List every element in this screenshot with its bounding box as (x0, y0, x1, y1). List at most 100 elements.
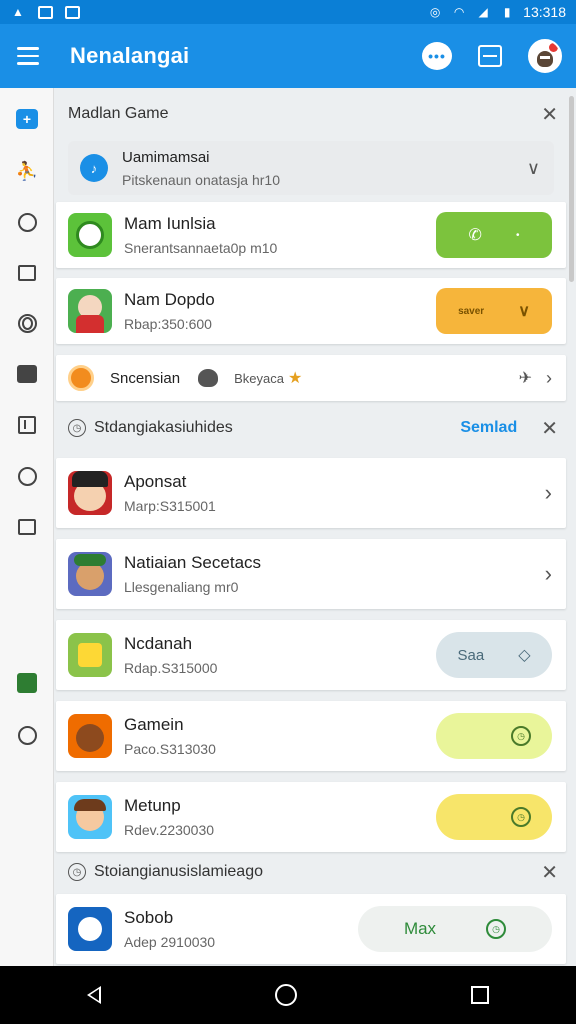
item-subtitle: Marp:S315001 (124, 498, 216, 514)
clock-icon: ◷ (511, 726, 531, 746)
avatar[interactable] (528, 39, 562, 73)
call-button[interactable]: ✆ • (436, 212, 552, 258)
status-bar: ▲ ◎ ◠ ◢ ▮ 13:318 (0, 0, 576, 24)
bird-icon: ✈ (518, 370, 532, 387)
max-button[interactable]: Max ◷ (358, 906, 552, 952)
section-header: Madlan Game ✕ (68, 94, 558, 134)
history-icon (17, 725, 37, 745)
rail-item-info[interactable] (16, 516, 38, 538)
clock-icon: ◷ (68, 863, 86, 881)
image-icon (38, 5, 53, 19)
menu-icon[interactable] (0, 24, 56, 88)
rail-item-window[interactable] (16, 262, 38, 284)
list-item[interactable]: Mam Iunlsia Snerantsannaeta0p m10 ✆ • (56, 202, 566, 268)
phone-icon: ✆ (468, 227, 482, 244)
list-item[interactable]: Metunp Rdev.2230030 ◷ (56, 782, 566, 852)
chevron-right-icon[interactable]: › (545, 480, 552, 506)
game-icon (68, 907, 112, 951)
item-title: Gamein (124, 715, 184, 734)
chat-icon[interactable]: ••• (422, 42, 452, 70)
edit-icon (17, 673, 37, 693)
add-icon: + (16, 109, 38, 129)
home-icon[interactable] (275, 984, 297, 1006)
timer-button[interactable]: ◷ (436, 794, 552, 840)
signal-icon: ◢ (478, 5, 488, 19)
music-icon: ♪ (80, 154, 108, 182)
store-icon[interactable] (478, 45, 502, 67)
item-title: Natiaian Secetacs (124, 553, 262, 572)
notification-dot (549, 43, 558, 52)
item-title: Nam Dopdo (124, 290, 215, 309)
person-icon: ⛹ (15, 160, 39, 181)
rail-item-profile[interactable]: ⛹ (16, 160, 38, 182)
list-item[interactable]: Sobob Adep 2910030 Max ◷ (56, 894, 566, 964)
game-icon (68, 289, 112, 333)
see-all-link[interactable]: Semlad (460, 419, 517, 437)
achievement-label-2: Bkeyaca (234, 370, 284, 386)
app-title: Nenalangai (70, 43, 190, 68)
item-subtitle: Paco.S313030 (124, 741, 216, 757)
achievement-label: Sncensian (110, 369, 181, 387)
section-title: Stdangiakasiuhides (94, 419, 233, 436)
rail-item-target[interactable] (16, 312, 38, 334)
back-icon[interactable] (87, 986, 101, 1004)
chevron-down-icon: ∨ (526, 157, 540, 178)
item-subtitle: Rbap:350:600 (124, 316, 212, 332)
list-item[interactable]: Aponsat Marp:S315001 › (56, 458, 566, 528)
close-icon[interactable]: ✕ (541, 860, 558, 885)
section-header: ◷ Stdangiakasiuhides Semlad ✕ (68, 408, 558, 448)
game-selector[interactable]: ♪ Uamimamsai Pitskenaun onatasja hr10 ∨ (68, 141, 554, 195)
alarm-icon: ◎ (429, 5, 441, 19)
list-item[interactable]: Natiaian Secetacs Llesgenaliang mr0 › (56, 539, 566, 609)
rail-item-edit[interactable] (16, 672, 38, 694)
game-icon (68, 633, 112, 677)
save-label: Saa (457, 646, 485, 664)
save-label: saver (458, 305, 485, 317)
recents-icon[interactable] (471, 986, 489, 1004)
section-title: Madlan Game (68, 105, 169, 122)
game-icon (68, 552, 112, 596)
clock-icon: ◷ (68, 419, 86, 437)
game-icon (68, 213, 112, 257)
scrollbar[interactable] (569, 96, 574, 282)
save-button[interactable]: saver ∨ (436, 288, 552, 334)
rail-item-calendar[interactable] (16, 363, 38, 385)
close-icon[interactable]: ✕ (541, 102, 558, 127)
achievements-row[interactable]: Sncensian Bkeyaca ★ ✈ › (56, 355, 566, 401)
list-item[interactable]: Nam Dopdo Rbap:350:600 saver ∨ (56, 278, 566, 344)
timer-icon (17, 466, 37, 486)
game-icon (68, 471, 112, 515)
rail-item-history[interactable] (16, 724, 38, 746)
creature-icon (198, 369, 219, 387)
max-label: Max (403, 919, 437, 938)
rail-item-circle[interactable] (16, 211, 38, 233)
calendar-icon (17, 365, 37, 383)
list-item[interactable]: Ncdanah Rdap.S315000 Saa ◇ (56, 620, 566, 690)
chevron-right-icon[interactable]: › (545, 561, 552, 587)
rail-item-home[interactable]: + (16, 108, 38, 130)
rail-item-timer[interactable] (16, 465, 38, 487)
selector-subtitle: Pitskenaun onatasja hr10 (122, 171, 280, 188)
chevron-right-icon: › (546, 367, 552, 388)
battery-icon: ▮ (503, 5, 511, 19)
close-icon[interactable]: ✕ (541, 416, 558, 441)
coin-icon (68, 365, 94, 391)
item-title: Mam Iunlsia (124, 214, 216, 233)
navigation-rail: + ⛹ (0, 88, 54, 966)
star-icon: ★ (287, 370, 303, 387)
list-item[interactable]: Gamein Paco.S313030 ◷ (56, 701, 566, 771)
circle-icon (17, 212, 37, 232)
wifi-icon: ◠ (453, 5, 465, 19)
save-button[interactable]: Saa ◇ (436, 632, 552, 678)
window-icon (18, 265, 36, 281)
item-title: Aponsat (124, 472, 187, 491)
timer-button[interactable]: ◷ (436, 713, 552, 759)
info-icon (18, 519, 36, 535)
rail-item-board[interactable] (16, 414, 38, 436)
clock: 13:318 (523, 4, 566, 20)
item-subtitle: Adep 2910030 (124, 934, 216, 950)
item-subtitle: Llesgenaliang mr0 (124, 579, 239, 595)
section-title: Stoiangianusislamieago (94, 863, 263, 880)
item-subtitle: Snerantsannaeta0p m10 (124, 240, 278, 256)
selector-title: Uamimamsai (122, 148, 210, 166)
